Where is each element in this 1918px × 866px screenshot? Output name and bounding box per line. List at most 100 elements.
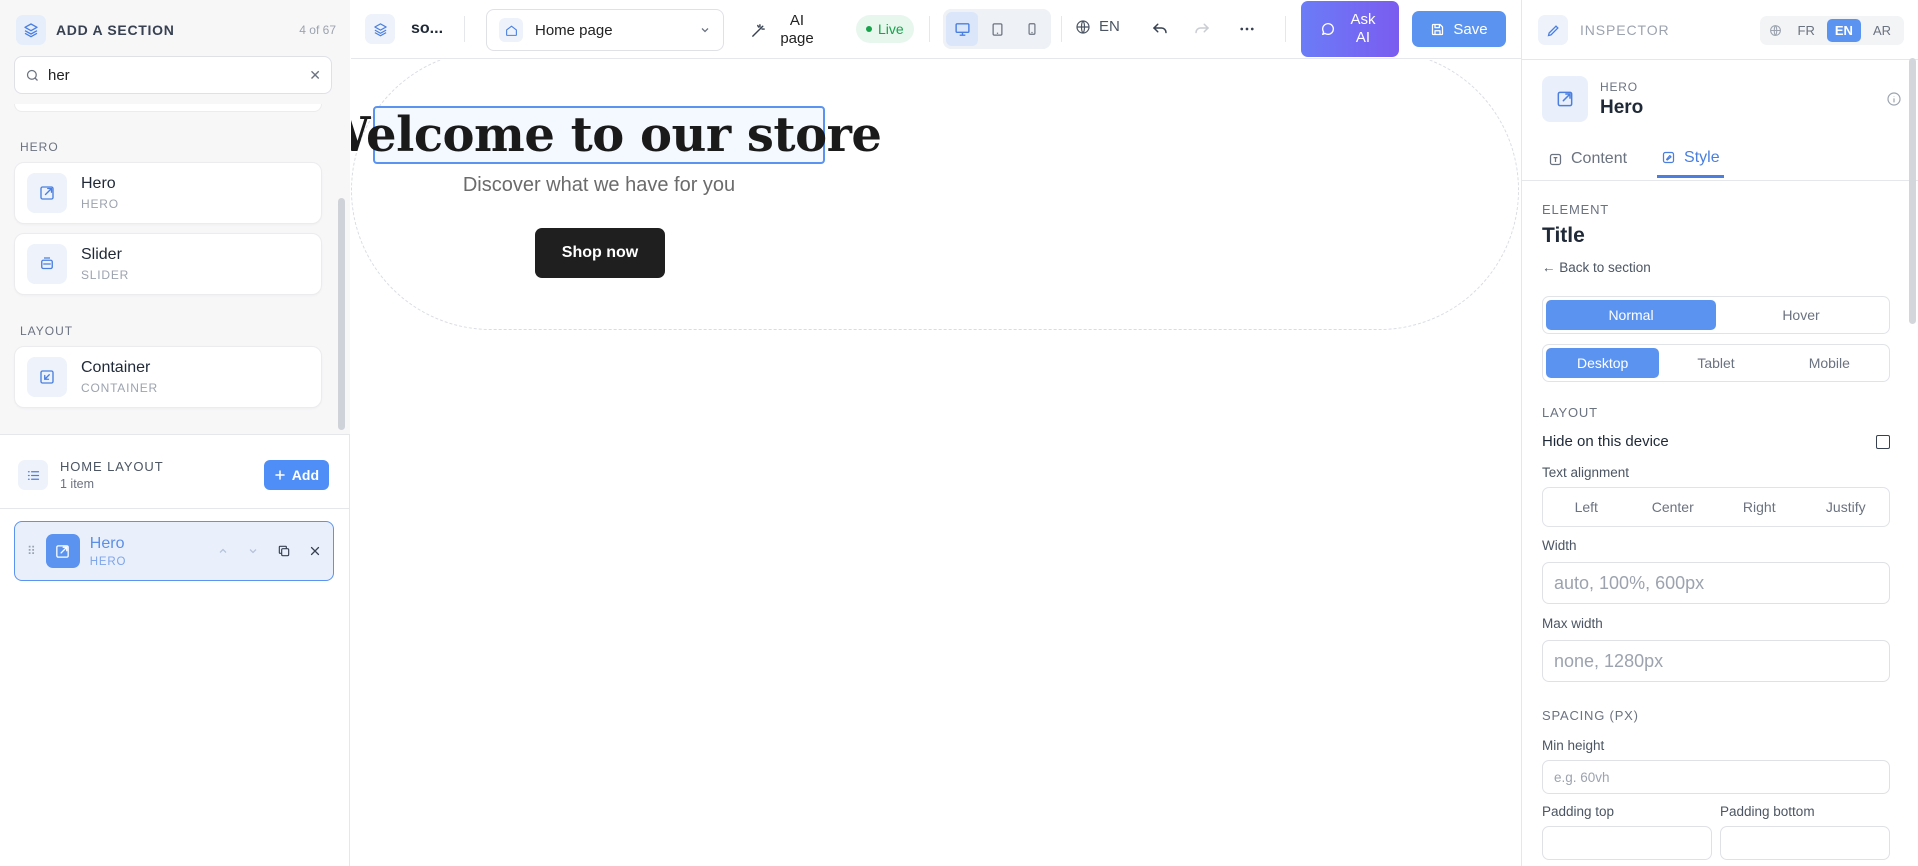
card-name: Slider <box>81 246 122 263</box>
move-down-icon[interactable] <box>247 545 259 557</box>
list-icon <box>18 460 48 490</box>
layout-item-name: Hero <box>89 534 125 552</box>
ask-ai-button[interactable]: Ask AI <box>1301 1 1399 57</box>
card-type: CONTAINER <box>81 381 158 395</box>
min-height-field[interactable] <box>1542 760 1890 794</box>
search-icon <box>25 68 40 83</box>
max-width-field[interactable] <box>1542 640 1890 682</box>
layout-item-actions <box>217 544 321 558</box>
more-options-icon[interactable] <box>1238 20 1256 38</box>
padding-top-field[interactable] <box>1542 826 1712 860</box>
selected-section-header: HERO Hero <box>1542 76 1902 122</box>
device-desktop[interactable]: Desktop <box>1546 348 1660 378</box>
section-search[interactable]: ✕ <box>14 56 332 94</box>
editor-toolbar: so... Home page AI page Live EN Ask AI S… <box>351 0 1521 59</box>
card-name: Hero <box>81 175 116 192</box>
state-hover[interactable]: Hover <box>1716 300 1886 330</box>
result-count: 4 of 67 <box>299 23 336 37</box>
text-alignment-label: Text alignment <box>1542 465 1630 480</box>
section-library: ADD A SECTION 4 of 67 ✕ HERO Hero <box>0 0 350 435</box>
mobile-icon[interactable] <box>1016 12 1048 46</box>
language-ar[interactable]: AR <box>1865 19 1899 42</box>
hero-title[interactable]: Welcome to our store <box>351 106 882 164</box>
section-card-hero[interactable]: Hero HERO <box>14 162 322 224</box>
state-normal[interactable]: Normal <box>1546 300 1716 330</box>
drag-handle-icon[interactable]: ⠿ <box>27 544 36 558</box>
clear-search-icon[interactable]: ✕ <box>309 67 321 84</box>
back-to-section-link[interactable]: ← Back to section <box>1542 260 1651 275</box>
text-alignment-options: Left Center Right Justify <box>1542 487 1890 527</box>
edit-pen-icon <box>1538 15 1568 45</box>
inspector-tabs: Content Style <box>1548 140 1724 180</box>
external-link-icon <box>1542 76 1588 122</box>
tab-style[interactable]: Style <box>1657 140 1724 178</box>
language-fr[interactable]: FR <box>1790 19 1823 42</box>
home-layout-title: HOME LAYOUT <box>60 459 164 474</box>
align-center[interactable]: Center <box>1630 488 1717 526</box>
language-switcher[interactable]: EN <box>1075 18 1120 35</box>
section-kind: HERO <box>1600 79 1638 94</box>
card-type: SLIDER <box>81 268 130 282</box>
add-section-button[interactable]: Add <box>263 460 329 490</box>
inspector-scrollbar[interactable] <box>1909 58 1916 324</box>
status-label: Live <box>878 21 904 37</box>
save-button[interactable]: Save <box>1412 11 1506 47</box>
divider <box>1285 16 1286 42</box>
divider <box>1522 180 1918 181</box>
tablet-icon[interactable] <box>981 12 1013 46</box>
add-label: Add <box>291 467 319 483</box>
redo-icon <box>1193 19 1211 37</box>
layers-icon <box>16 15 46 45</box>
site-editor: ADD A SECTION 4 of 67 ✕ HERO Hero <box>0 0 1918 866</box>
align-left[interactable]: Left <box>1543 488 1630 526</box>
divider <box>464 16 465 42</box>
card-name: Container <box>81 359 151 376</box>
home-layout-header: HOME LAYOUT 1 item Add <box>18 454 329 496</box>
section-list[interactable]: HERO Hero HERO Slider SLIDER LAYOUT Cont… <box>0 104 350 432</box>
inspector-title: INSPECTOR <box>1580 22 1670 38</box>
paint-brush-icon <box>1661 150 1676 165</box>
ai-page-button[interactable]: AI page <box>750 10 817 50</box>
layers-icon[interactable] <box>365 14 395 44</box>
device-switcher <box>943 9 1051 49</box>
device-mobile[interactable]: Mobile <box>1773 348 1886 378</box>
card-type: HERO <box>81 197 119 211</box>
page-canvas[interactable]: Welcome to our store Discover what we ha… <box>351 60 1521 866</box>
layout-item-hero[interactable]: ⠿ Hero HERO <box>14 521 334 581</box>
slides-icon <box>27 244 67 284</box>
element-label: ELEMENT <box>1542 202 1610 217</box>
section-card-container[interactable]: Container CONTAINER <box>14 346 322 408</box>
divider <box>929 16 930 42</box>
page-select[interactable]: Home page <box>486 9 724 51</box>
language-en[interactable]: EN <box>1826 18 1861 42</box>
shop-now-button[interactable]: Shop now <box>535 228 665 278</box>
hero-subtitle[interactable]: Discover what we have for you <box>351 174 847 197</box>
layout-label: LAYOUT <box>1542 405 1598 420</box>
group-label-hero: HERO <box>20 140 59 154</box>
undo-icon[interactable] <box>1151 19 1169 37</box>
remove-icon[interactable] <box>309 545 321 557</box>
align-right[interactable]: Right <box>1716 488 1803 526</box>
page-select-value: Home page <box>535 21 613 39</box>
info-icon[interactable] <box>1886 91 1902 107</box>
tab-style-label: Style <box>1684 148 1720 166</box>
device-tablet[interactable]: Tablet <box>1659 348 1772 378</box>
section-card-slider[interactable]: Slider SLIDER <box>14 233 322 295</box>
align-justify[interactable]: Justify <box>1803 488 1890 526</box>
padding-bottom-field[interactable] <box>1720 826 1890 860</box>
desktop-icon[interactable] <box>946 12 978 46</box>
move-up-icon[interactable] <box>217 545 229 557</box>
divider <box>1522 59 1918 60</box>
plus-icon <box>274 469 286 481</box>
search-input[interactable] <box>48 66 310 84</box>
hide-on-device-checkbox[interactable] <box>1876 434 1890 449</box>
site-name[interactable]: so... <box>411 20 443 38</box>
language-label: EN <box>1099 18 1120 35</box>
duplicate-icon[interactable] <box>277 544 291 558</box>
list-item[interactable] <box>14 104 322 112</box>
width-field[interactable] <box>1542 562 1890 604</box>
section-list-scrollbar[interactable] <box>338 198 345 430</box>
add-section-panel: ADD A SECTION 4 of 67 ✕ HERO Hero <box>0 0 350 866</box>
home-icon <box>499 18 523 42</box>
tab-content[interactable]: Content <box>1548 140 1627 178</box>
